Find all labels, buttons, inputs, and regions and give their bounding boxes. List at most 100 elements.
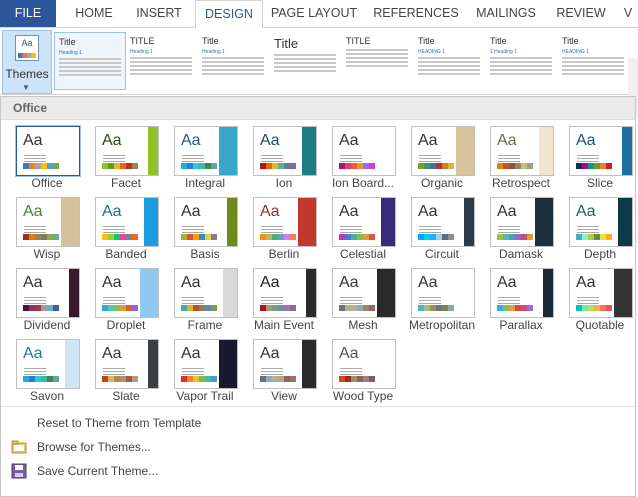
- body-text-line: [59, 74, 121, 76]
- save-theme-command[interactable]: Save Current Theme...: [1, 460, 635, 482]
- body-text-line: [202, 69, 264, 71]
- theme-option[interactable]: Aa Depth: [566, 197, 638, 268]
- theme-preview: Aa: [332, 126, 396, 176]
- theme-preview: Aa: [332, 339, 396, 389]
- theme-option[interactable]: Aa Office: [13, 126, 92, 197]
- theme-option[interactable]: Aa Ion: [250, 126, 329, 197]
- theme-option[interactable]: Aa Circuit: [408, 197, 487, 268]
- theme-option[interactable]: Aa Vapor Trail: [171, 339, 250, 410]
- theme-option[interactable]: Aa Organic: [408, 126, 487, 197]
- theme-color-swatches: [102, 163, 138, 169]
- theme-option[interactable]: Aa Main Event: [250, 268, 329, 339]
- document-style-option[interactable]: Title HEADING 1: [558, 32, 628, 88]
- theme-color-swatches: [418, 305, 454, 311]
- color-swatch: [53, 163, 59, 169]
- body-text-line: [562, 57, 624, 59]
- theme-color-swatches: [418, 234, 454, 240]
- theme-option[interactable]: Aa Slice: [566, 126, 638, 197]
- theme-color-swatches: [497, 163, 533, 169]
- theme-option[interactable]: Aa Wisp: [13, 197, 92, 268]
- color-swatch: [448, 163, 454, 169]
- theme-option[interactable]: Aa Berlin: [250, 197, 329, 268]
- theme-option[interactable]: Aa Basis: [171, 197, 250, 268]
- theme-preview: Aa: [490, 268, 554, 318]
- theme-option[interactable]: Aa Retrospect: [487, 126, 566, 197]
- theme-option[interactable]: Aa Quotable: [566, 268, 638, 339]
- theme-font-sample: Aa: [260, 132, 280, 149]
- theme-name: Slate: [112, 389, 140, 403]
- folder-icon: [11, 440, 27, 454]
- color-swatch: [527, 305, 533, 311]
- tab-mailings[interactable]: MAILINGS: [470, 0, 542, 27]
- theme-name: Circuit: [424, 247, 459, 261]
- theme-name: Retrospect: [491, 176, 551, 190]
- theme-color-swatches: [497, 234, 533, 240]
- theme-name: Slice: [586, 176, 613, 190]
- tab-home[interactable]: HOME: [64, 0, 124, 27]
- tab-page-layout[interactable]: PAGE LAYOUT: [266, 0, 362, 27]
- tab-design[interactable]: DESIGN: [195, 0, 263, 29]
- style-heading-text: HEADING 1: [562, 49, 589, 55]
- theme-option[interactable]: Aa Facet: [92, 126, 171, 197]
- style-title-text: Title: [490, 36, 507, 46]
- theme-name: Main Event: [253, 318, 315, 332]
- body-text-line: [418, 57, 480, 59]
- body-text-line: [562, 65, 624, 67]
- themes-icon: Aa: [15, 35, 39, 61]
- theme-name: Ion Board...: [331, 176, 395, 190]
- browse-themes-command[interactable]: Browse for Themes...: [1, 436, 635, 458]
- body-text-line: [59, 66, 121, 68]
- theme-option[interactable]: Aa Dividend: [13, 268, 92, 339]
- document-style-option[interactable]: Title Heading 1: [198, 32, 268, 88]
- theme-option[interactable]: Aa Banded: [92, 197, 171, 268]
- theme-option[interactable]: Aa Parallax: [487, 268, 566, 339]
- theme-preview: Aa: [253, 197, 317, 247]
- theme-preview: Aa: [253, 126, 317, 176]
- theme-color-swatches: [23, 305, 59, 311]
- body-text-line: [274, 54, 336, 56]
- color-swatch: [132, 376, 138, 382]
- body-text-line: [490, 61, 552, 63]
- theme-name: Ion: [275, 176, 293, 190]
- theme-option[interactable]: Aa Damask: [487, 197, 566, 268]
- tab-view-partial[interactable]: V: [618, 0, 638, 27]
- tab-insert[interactable]: INSERT: [126, 0, 192, 27]
- theme-option[interactable]: Aa Wood Type: [329, 339, 408, 410]
- document-style-option[interactable]: TITLE: [342, 32, 412, 88]
- theme-font-sample: Aa: [497, 274, 517, 291]
- body-text-line: [346, 57, 408, 59]
- theme-decoration: [385, 127, 395, 175]
- theme-gallery: Aa Office Aa Facet Aa Integral Aa Ion Aa Ion Boar…: [1, 126, 635, 406]
- tab-file[interactable]: FILE: [0, 0, 56, 27]
- reset-theme-command[interactable]: Reset to Theme from Template: [1, 412, 635, 434]
- tab-references[interactable]: REFERENCES: [370, 0, 462, 27]
- theme-decoration: [460, 269, 474, 317]
- document-style-option[interactable]: TITLE Heading 1: [126, 32, 196, 88]
- theme-font-sample: Aa: [181, 132, 201, 149]
- theme-preview: Aa: [174, 197, 238, 247]
- theme-color-swatches: [181, 234, 217, 240]
- theme-color-swatches: [23, 234, 59, 240]
- body-text-line: [202, 73, 264, 75]
- theme-option[interactable]: Aa Savon: [13, 339, 92, 410]
- document-style-option[interactable]: Title 1 Heading 1: [486, 32, 556, 88]
- color-swatch: [290, 376, 296, 382]
- tab-review[interactable]: REVIEW: [550, 0, 612, 27]
- theme-font-sample: Aa: [260, 345, 280, 362]
- theme-option[interactable]: Aa View: [250, 339, 329, 410]
- themes-button[interactable]: Aa Themes ▼: [2, 30, 52, 94]
- theme-option[interactable]: Aa Metropolitan: [408, 268, 487, 339]
- theme-option[interactable]: Aa Integral: [171, 126, 250, 197]
- theme-option[interactable]: Aa Frame: [171, 268, 250, 339]
- theme-color-swatches: [576, 234, 612, 240]
- document-style-option[interactable]: Title Heading 1: [54, 32, 126, 90]
- theme-option[interactable]: Aa Slate: [92, 339, 171, 410]
- theme-option[interactable]: Aa Ion Board...: [329, 126, 408, 197]
- theme-option[interactable]: Aa Mesh: [329, 268, 408, 339]
- document-style-option[interactable]: Title HEADING 1: [414, 32, 484, 88]
- theme-option[interactable]: Aa Droplet: [92, 268, 171, 339]
- document-style-option[interactable]: Title: [270, 32, 340, 88]
- theme-option[interactable]: Aa Celestial: [329, 197, 408, 268]
- theme-preview: Aa: [569, 268, 633, 318]
- theme-decoration: [622, 127, 632, 175]
